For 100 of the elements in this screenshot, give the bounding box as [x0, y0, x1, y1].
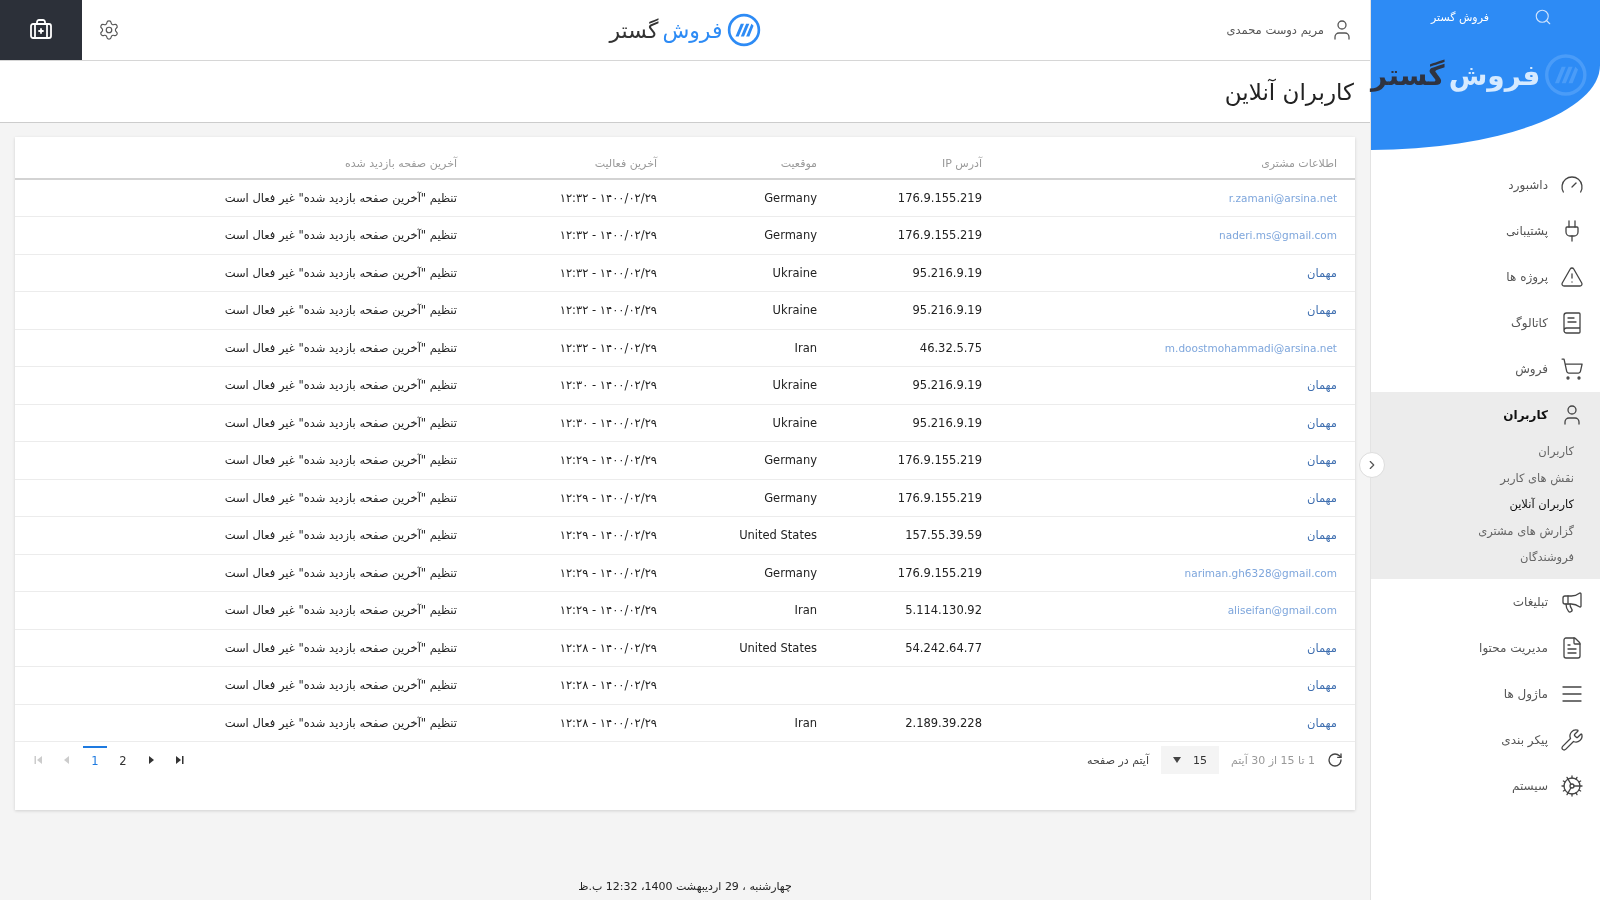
- table-cell: 54.242.64.77: [835, 629, 1000, 667]
- sidebar-item[interactable]: پروژه ها: [1371, 254, 1600, 300]
- column-header[interactable]: آخرین صفحه بازدید شده: [15, 137, 475, 179]
- table-cell: ۱۴۰۰/۰۲/۲۹ - ۱۲:۳۲: [475, 291, 675, 329]
- submenu-item[interactable]: گزارش های مشتری: [1478, 517, 1574, 544]
- sidebar-item[interactable]: مدیریت محتوا: [1371, 624, 1600, 671]
- table-cell: ۱۴۰۰/۰۲/۲۹ - ۱۲:۲۹: [475, 479, 675, 517]
- table-cell: ۱۴۰۰/۰۲/۲۹ - ۱۲:۳۰: [475, 404, 675, 442]
- logo-icon: [1544, 52, 1588, 98]
- table-cell: تنظیم "آخرین صفحه بازدید شده" غیر فعال است: [15, 329, 475, 367]
- table-cell: تنظیم "آخرین صفحه بازدید شده" غیر فعال است: [15, 254, 475, 292]
- table-cell: تنظیم "آخرین صفحه بازدید شده" غیر فعال است: [15, 404, 475, 442]
- table-cell: 46.32.5.75: [835, 329, 1000, 367]
- table-cell: Iran: [675, 329, 835, 367]
- sidebar-item[interactable]: ماژول ها: [1371, 670, 1600, 717]
- footer-date: چهارشنبه ، 29 اردیبهشت 1400، 12:32 ب.ظ: [578, 880, 792, 893]
- table-cell: 95.216.9.19: [835, 404, 1000, 442]
- table-cell: تنظیم "آخرین صفحه بازدید شده" غیر فعال است: [15, 179, 475, 217]
- sidebar-item[interactable]: سیستم: [1371, 762, 1600, 809]
- guest-link[interactable]: مهمان: [1306, 453, 1337, 468]
- submenu-item[interactable]: کاربران: [1538, 438, 1574, 465]
- page-button[interactable]: 1: [83, 746, 107, 774]
- page-size-label: آیتم در صفحه: [1087, 753, 1149, 767]
- table-cell: Ukraine: [675, 291, 835, 329]
- search-icon[interactable]: [1534, 8, 1552, 26]
- table-cell: ۱۴۰۰/۰۲/۲۹ - ۱۲:۲۸: [475, 666, 675, 704]
- table-cell: ۱۴۰۰/۰۲/۲۹ - ۱۲:۳۲: [475, 179, 675, 217]
- table-cell: تنظیم "آخرین صفحه بازدید شده" غیر فعال است: [15, 629, 475, 667]
- table-cell: تنظیم "آخرین صفحه بازدید شده" غیر فعال است: [15, 479, 475, 517]
- table-cell: ۱۴۰۰/۰۲/۲۹ - ۱۲:۲۹: [475, 516, 675, 554]
- first-aid-kit-icon: [29, 18, 53, 42]
- submenu-item[interactable]: نقش های کاربر: [1500, 464, 1574, 491]
- book-icon: [1560, 311, 1584, 335]
- table-cell: تنظیم "آخرین صفحه بازدید شده" غیر فعال است: [15, 441, 475, 479]
- guest-link[interactable]: مهمان: [1306, 640, 1337, 655]
- last-page-icon: [174, 755, 184, 765]
- sidebar-item[interactable]: داشبورد: [1371, 162, 1600, 208]
- sidebar-item[interactable]: پیکر بندی: [1371, 716, 1600, 763]
- table-cell: 176.9.155.219: [835, 479, 1000, 517]
- table-cell: تنظیم "آخرین صفحه بازدید شده" غیر فعال است: [15, 666, 475, 704]
- table-cell: Iran: [675, 704, 835, 742]
- caret-icon: [1172, 757, 1181, 763]
- logo-text: گستر: [1371, 58, 1445, 92]
- guest-link[interactable]: مهمان: [1306, 378, 1337, 393]
- table-cell: Germany: [675, 554, 835, 592]
- table-cell: ۱۴۰۰/۰۲/۲۹ - ۱۲:۲۸: [475, 704, 675, 742]
- table-cell: 176.9.155.219: [835, 441, 1000, 479]
- first-aid-kit-button[interactable]: [0, 0, 82, 60]
- sidebar-item[interactable]: کاتالوگ: [1371, 300, 1600, 346]
- user-name[interactable]: مریم دوست محمدی: [1226, 23, 1324, 37]
- table-cell: ۱۴۰۰/۰۲/۲۹ - ۱۲:۲۹: [475, 554, 675, 592]
- page-title: کاربران آنلاین: [1224, 78, 1354, 105]
- table-cell: Germany: [675, 179, 835, 217]
- settings-icon: [98, 19, 120, 41]
- table-cell: 2.189.39.228: [835, 704, 1000, 742]
- submenu-item[interactable]: کاربران آنلاین: [1509, 491, 1574, 518]
- page-button[interactable]: 2: [111, 746, 135, 774]
- refresh-icon[interactable]: [1327, 752, 1343, 768]
- column-header[interactable]: آخرین فعالیت: [475, 137, 675, 179]
- guest-link[interactable]: مهمان: [1306, 490, 1337, 505]
- table-cell: Germany: [675, 479, 835, 517]
- sidebar-item[interactable]: کاربران: [1503, 392, 1600, 438]
- guest-link[interactable]: مهمان: [1306, 265, 1337, 280]
- table-cell: 95.216.9.19: [835, 291, 1000, 329]
- logo-text: فروش: [1448, 58, 1541, 92]
- sidebar-item[interactable]: تبلیغات: [1371, 578, 1600, 625]
- sidebar-item[interactable]: فروش: [1371, 346, 1600, 392]
- guest-link[interactable]: مهمان: [1306, 303, 1337, 318]
- table-cell: تنظیم "آخرین صفحه بازدید شده" غیر فعال است: [15, 291, 475, 329]
- table-cell: 176.9.155.219: [835, 554, 1000, 592]
- document-icon: [1560, 635, 1584, 660]
- table-cell: تنظیم "آخرین صفحه بازدید شده" غیر فعال است: [15, 704, 475, 742]
- guest-link[interactable]: مهمان: [1306, 415, 1337, 430]
- guest-link[interactable]: مهمان: [1306, 528, 1337, 543]
- logo-icon: [726, 13, 761, 47]
- table-cell: تنظیم "آخرین صفحه بازدید شده" غیر فعال است: [15, 366, 475, 404]
- submenu-item[interactable]: فروشندگان: [1520, 544, 1574, 571]
- guest-link[interactable]: مهمان: [1306, 678, 1337, 693]
- sidebar-item[interactable]: پشتیبانی: [1371, 208, 1600, 254]
- megaphone-icon: [1560, 589, 1584, 614]
- logo-text: فروش: [662, 17, 723, 43]
- collapse-button[interactable]: [1359, 452, 1385, 478]
- table-cell: ۱۴۰۰/۰۲/۲۹ - ۱۲:۳۲: [475, 329, 675, 367]
- guest-link[interactable]: مهمان: [1306, 715, 1337, 730]
- column-header[interactable]: اطلاعات مشتری: [1000, 137, 1355, 179]
- logo-text: گستر: [609, 17, 659, 43]
- table-cell: تنظیم "آخرین صفحه بازدید شده" غیر فعال است: [15, 554, 475, 592]
- column-header[interactable]: آدرس IP: [835, 137, 1000, 179]
- table-cell: 95.216.9.19: [835, 254, 1000, 292]
- table-cell: 95.216.9.19: [835, 366, 1000, 404]
- table-cell: ۱۴۰۰/۰۲/۲۹ - ۱۲:۲۸: [475, 629, 675, 667]
- gears-icon: [1560, 773, 1584, 798]
- pagination-summary: 1 تا 15 از 30 آیتم: [1230, 753, 1315, 767]
- page-size-select[interactable]: 15: [1160, 746, 1219, 774]
- brand-name: فروش گستر: [1431, 10, 1489, 24]
- table-cell: Germany: [675, 216, 835, 254]
- table-cell: Iran: [675, 591, 835, 629]
- table-cell: Ukraine: [675, 254, 835, 292]
- column-header[interactable]: موقعیت: [675, 137, 835, 179]
- table-cell: United States: [675, 629, 835, 667]
